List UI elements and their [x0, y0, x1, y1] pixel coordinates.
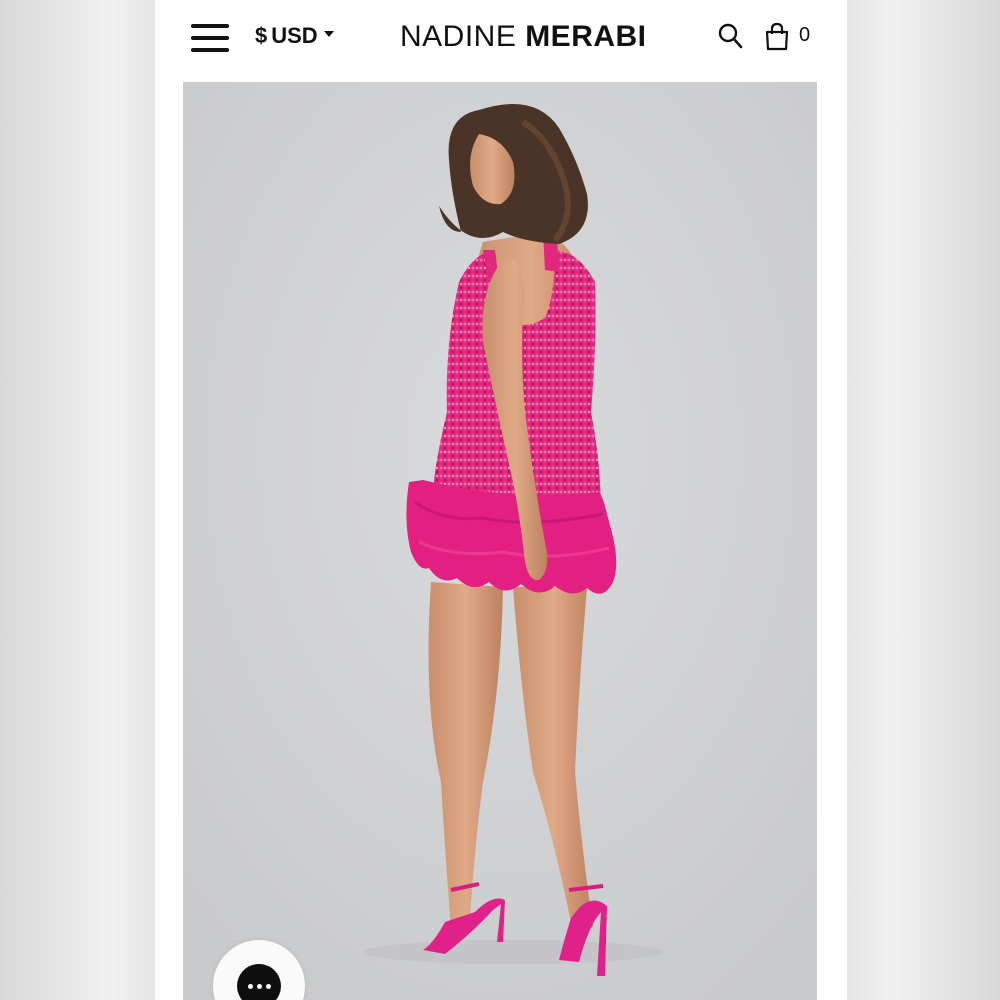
logo-text-second: MERABI: [525, 20, 647, 53]
brand-logo[interactable]: NADINE MERABI: [400, 20, 647, 54]
caret-down-icon: [323, 31, 334, 37]
site-header: $ USD NADINE MERABI 0: [155, 0, 847, 82]
more-dots-icon: [237, 964, 281, 1000]
mobile-page: $ USD NADINE MERABI 0: [155, 0, 847, 1000]
shopping-bag-icon[interactable]: [764, 22, 790, 52]
left-backdrop: [0, 0, 155, 1000]
currency-symbol: $: [255, 23, 268, 48]
currency-selector[interactable]: $ USD: [255, 22, 334, 50]
cart-count[interactable]: 0: [799, 24, 810, 47]
logo-text-first: NADINE: [400, 20, 526, 53]
right-backdrop: [847, 0, 1000, 1000]
currency-code: USD: [271, 23, 318, 48]
product-image[interactable]: [183, 82, 817, 1000]
search-icon[interactable]: [718, 23, 744, 51]
menu-icon[interactable]: [191, 22, 229, 54]
product-photo-illustration: [183, 82, 817, 1000]
